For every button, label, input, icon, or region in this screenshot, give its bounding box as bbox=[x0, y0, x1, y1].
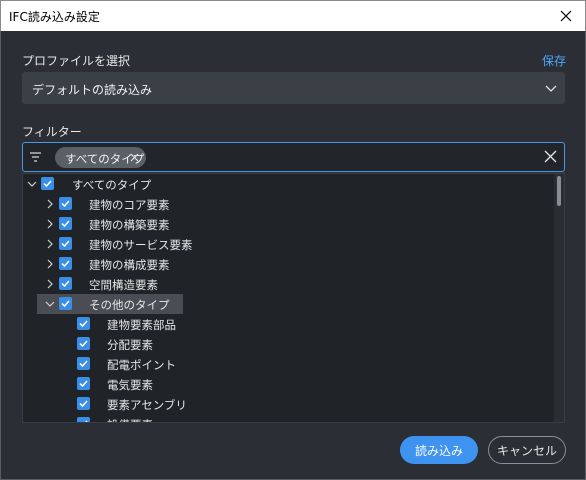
tree-item-label: 分配要素 bbox=[107, 338, 153, 352]
cancel-button[interactable]: キャンセル bbox=[488, 436, 566, 464]
tree-item-label: 建物要素部品 bbox=[107, 318, 176, 332]
check-icon bbox=[61, 240, 70, 248]
filter-chip[interactable]: すべてのタイプ bbox=[55, 147, 146, 168]
item-checkbox[interactable] bbox=[59, 297, 72, 310]
chevron-right-icon[interactable] bbox=[45, 279, 55, 289]
item-checkbox[interactable] bbox=[41, 177, 54, 190]
tree-item-label: 要素アセンブリ bbox=[107, 398, 187, 412]
chevron-down-icon[interactable] bbox=[45, 299, 55, 309]
tree-scrollbar[interactable] bbox=[554, 174, 564, 422]
check-icon bbox=[79, 380, 88, 388]
tree-item[interactable]: 電気要素 bbox=[23, 374, 553, 394]
check-icon bbox=[61, 260, 70, 268]
check-icon bbox=[85, 420, 88, 422]
item-checkbox[interactable] bbox=[77, 357, 90, 370]
check-icon bbox=[61, 300, 70, 308]
tree-item[interactable]: 建物のサービス要素 bbox=[23, 234, 553, 254]
tree-item[interactable]: 建物要素部品 bbox=[23, 314, 553, 334]
chevron-down-icon[interactable] bbox=[27, 179, 37, 189]
item-checkbox[interactable] bbox=[59, 217, 72, 230]
chevron-down-icon bbox=[545, 85, 557, 92]
tree-item[interactable]: 要素アセンブリ bbox=[23, 394, 553, 414]
check-icon bbox=[61, 200, 70, 208]
profile-label: プロファイルを選択 bbox=[22, 54, 131, 68]
save-link[interactable]: 保存 bbox=[542, 52, 566, 69]
tree-item-label: 建物の構成要素 bbox=[89, 258, 170, 272]
tree-item[interactable]: 建物の構成要素 bbox=[23, 254, 553, 274]
check-icon bbox=[43, 180, 52, 188]
check-icon bbox=[79, 340, 88, 348]
tree-item-label: 建物のサービス要素 bbox=[89, 238, 193, 252]
type-tree: すべてのタイプ建物のコア要素 建物の構築要素建物のサービス要素 建物の構成要素 空間構… bbox=[22, 173, 565, 423]
item-checkbox[interactable] bbox=[59, 257, 72, 270]
dialog-body: プロファイルを選択 保存 デフォルトの読み込み フィルター すべてのタイプ すべ… bbox=[0, 31, 586, 480]
tree-item-label: 空間構造要素 bbox=[89, 278, 158, 292]
tree-item[interactable]: 建物の構築要素 bbox=[23, 214, 553, 234]
tree-item[interactable]: 設備要素 bbox=[23, 414, 553, 422]
chevron-right-icon[interactable] bbox=[45, 259, 55, 269]
tree-item[interactable]: その他のタイプ bbox=[23, 294, 553, 314]
check-icon bbox=[61, 220, 70, 228]
item-checkbox[interactable] bbox=[59, 197, 72, 210]
tree-item[interactable]: すべてのタイプ bbox=[23, 174, 553, 194]
item-checkbox[interactable] bbox=[59, 237, 72, 250]
item-checkbox[interactable] bbox=[77, 397, 90, 410]
chevron-right-icon[interactable] bbox=[45, 199, 55, 209]
window-close-button[interactable] bbox=[547, 1, 585, 31]
window-title: IFC読み込み設定 bbox=[9, 10, 100, 24]
filter-label: フィルター bbox=[22, 125, 82, 139]
item-checkbox[interactable] bbox=[77, 417, 90, 422]
tree-item-label: 建物の構築要素 bbox=[89, 218, 170, 232]
chip-remove-icon[interactable] bbox=[130, 153, 139, 162]
tree-item-label: 建物のコア要素 bbox=[89, 198, 170, 212]
profile-select[interactable]: デフォルトの読み込み bbox=[22, 72, 565, 104]
tree-item-label: 設備要素 bbox=[107, 417, 153, 422]
item-checkbox[interactable] bbox=[77, 377, 90, 390]
item-checkbox[interactable] bbox=[77, 317, 90, 330]
tree-scrollbar-thumb[interactable] bbox=[557, 176, 561, 206]
import-button[interactable]: 読み込み bbox=[400, 436, 478, 464]
tree-item-label: 配電ポイント bbox=[107, 358, 176, 372]
check-icon bbox=[61, 280, 70, 288]
clear-filter-icon[interactable] bbox=[544, 150, 557, 163]
chevron-right-icon[interactable] bbox=[45, 219, 55, 229]
tree-item[interactable]: 分配要素 bbox=[23, 334, 553, 354]
check-icon bbox=[79, 320, 88, 328]
tree-item[interactable]: 建物のコア要素 bbox=[23, 194, 553, 214]
item-checkbox[interactable] bbox=[77, 337, 90, 350]
tree-item[interactable]: 配電ポイント bbox=[23, 354, 553, 374]
tree-item-label: すべてのタイプ bbox=[72, 178, 152, 192]
filter-icon bbox=[30, 152, 41, 162]
tree-item[interactable]: 空間構造要素 bbox=[23, 274, 553, 294]
tree-item-label: 電気要素 bbox=[107, 378, 153, 392]
check-icon bbox=[79, 400, 88, 408]
check-icon bbox=[79, 360, 88, 368]
tree-item-label: その他のタイプ bbox=[89, 298, 170, 312]
item-checkbox[interactable] bbox=[59, 277, 72, 290]
filter-input[interactable]: すべてのタイプ bbox=[22, 142, 565, 172]
close-icon bbox=[560, 10, 572, 22]
profile-select-value: デフォルトの読み込み bbox=[32, 83, 153, 97]
window-titlebar: IFC読み込み設定 bbox=[0, 0, 586, 31]
chevron-right-icon[interactable] bbox=[45, 239, 55, 249]
